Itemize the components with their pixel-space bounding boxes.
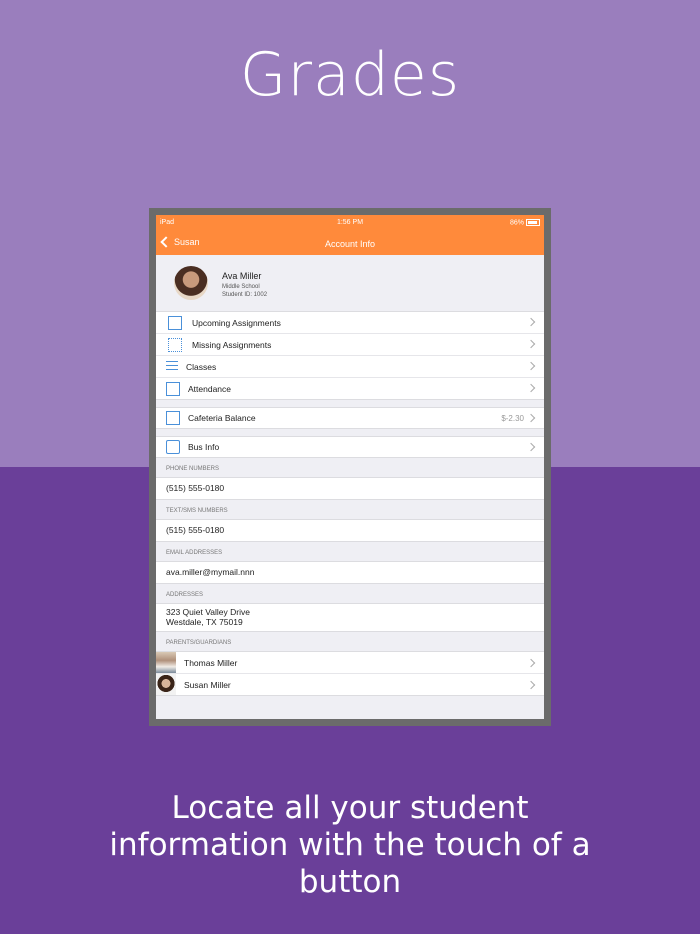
page-title: Account Info [324,239,376,249]
chevron-right-icon [526,361,536,371]
status-bar: iPad 1:56 PM 86% [156,215,544,232]
email-section-header: EMAIL ADDRESSES [166,550,223,556]
phone-section-header: PHONE NUMBERS [166,466,220,472]
student-name: Ava Miller [222,271,262,281]
ipad-frame: iPad 1:56 PM 86% Susan Account Info Ava … [149,208,551,726]
guardian-name: Thomas Miller [184,657,238,668]
cafeteria-value: $-2.30 [501,414,524,423]
address-line-1: 323 Quiet Valley Drive [166,607,250,617]
status-time: 1:56 PM [336,219,364,226]
sms-number[interactable]: (515) 555-0180 [156,519,544,542]
address-section-header: ADDRESSES [166,592,204,598]
cafeteria-group: Cafeteria Balance $-2.30 [156,407,544,429]
cafeteria-label: Cafeteria Balance [188,413,256,423]
headline: Grades [239,40,461,110]
calendar-check-icon [166,381,180,396]
menu-item-label: Classes [186,361,217,372]
email-address[interactable]: ava.miller@mymail.nnn [156,561,544,584]
chevron-right-icon [526,413,536,423]
menu-item-label: Upcoming Assignments [192,317,281,328]
menu-item-attendance[interactable]: Attendance [156,378,544,399]
chevron-right-icon [526,680,536,690]
app-screen: iPad 1:56 PM 86% Susan Account Info Ava … [156,215,544,719]
battery-status: 86% [510,219,540,226]
guardian-row-susan[interactable]: Susan Miller [156,674,544,695]
student-id: Student ID: 1002 [222,292,268,298]
document-icon [168,315,182,330]
guardian-avatar [156,674,176,695]
student-school: Middle School [222,284,260,290]
guardians-group: Thomas Miller Susan Miller [156,651,544,696]
bus-group: Bus Info [156,436,544,458]
menu-item-upcoming-assignments[interactable]: Upcoming Assignments [156,312,544,334]
guardian-avatar [156,652,176,673]
address-line-2: Westdale, TX 75019 [166,617,243,627]
sms-section-header: TEXT/SMS NUMBERS [166,508,228,514]
guardian-name: Susan Miller [184,679,231,690]
student-profile: Ava Miller Middle School Student ID: 100… [156,255,544,311]
tagline: Locate all your student information with… [109,790,591,900]
address[interactable]: 323 Quiet Valley Drive Westdale, TX 7501… [156,603,544,632]
chevron-right-icon [526,317,536,327]
chevron-right-icon [526,442,536,452]
bus-info-row[interactable]: Bus Info [156,437,544,457]
bus-icon [166,440,180,454]
card-icon [166,411,180,425]
chevron-right-icon [526,383,536,393]
phone-number[interactable]: (515) 555-0180 [156,477,544,500]
bus-label: Bus Info [188,442,220,452]
student-avatar [174,266,208,300]
nav-bar: Susan Account Info [156,232,544,255]
menu-group: Upcoming Assignments Missing Assignments… [156,311,544,400]
guardian-row-thomas[interactable]: Thomas Miller [156,652,544,674]
chevron-right-icon [526,339,536,349]
document-dotted-icon [168,337,182,352]
list-icon [166,360,178,373]
menu-item-label: Attendance [188,383,232,394]
menu-item-missing-assignments[interactable]: Missing Assignments [156,334,544,356]
guardians-section-header: PARENTS/GUARDIANS [166,640,232,646]
cafeteria-balance-row[interactable]: Cafeteria Balance $-2.30 [156,408,544,428]
menu-item-label: Missing Assignments [192,339,272,350]
battery-label: 86% [509,219,524,227]
menu-item-classes[interactable]: Classes [156,356,544,378]
chevron-right-icon [526,658,536,668]
battery-icon [526,219,540,226]
